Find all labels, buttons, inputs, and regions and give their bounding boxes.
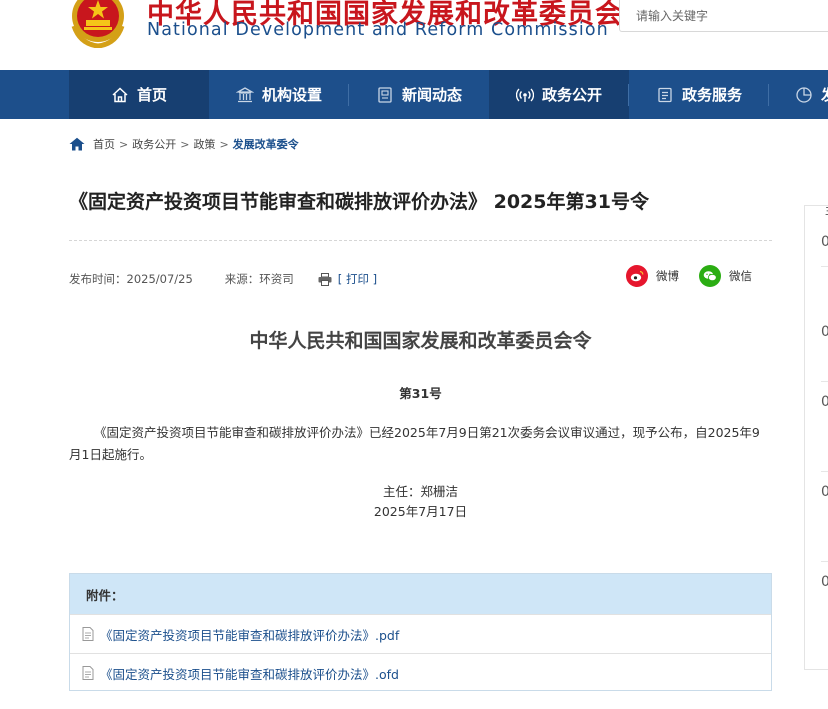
site-header: 中华人民共和国国家发展和改革委员会 National Development a… [0, 0, 828, 70]
service-icon [658, 87, 672, 102]
document-body: 《固定资产投资项目节能审查和碳排放评价办法》已经2025年7月9日第21次委务会… [69, 425, 760, 462]
attachment-link-pdf[interactable]: 《固定资产投资项目节能审查和碳排放评价办法》.pdf [70, 614, 771, 653]
nav-item-home[interactable]: 首页 [69, 70, 209, 119]
attachment-filename: 《固定资产投资项目节能审查和碳排放评价办法》.ofd [100, 666, 399, 682]
share-weibo-button[interactable]: 微博 [626, 264, 679, 288]
sidebar-divider [821, 266, 828, 267]
attachment-filename: 《固定资产投资项目节能审查和碳排放评价办法》.pdf [100, 627, 400, 643]
source-label: 来源： [224, 272, 260, 286]
nav-item-development[interactable]: 发 [769, 70, 828, 119]
article-title: 《固定资产投资项目节能审查和碳排放评价办法》 2025年第31号令 [69, 191, 649, 213]
wechat-icon [699, 265, 721, 287]
document-signature: 主任：郑栅洁 2025年7月17日 [69, 482, 772, 522]
title-divider [69, 240, 772, 241]
attachments-panel: 附件： 《固定资产投资项目节能审查和碳排放评价办法》.pdf 《固定资产投资项目… [69, 573, 772, 691]
breadcrumb-gov-affairs[interactable]: 政务公开 [132, 136, 176, 152]
nav-item-label: 机构设置 [261, 86, 322, 104]
national-emblem-logo [71, 0, 125, 48]
search-box[interactable] [619, 0, 828, 32]
nav-item-label: 政务公开 [541, 86, 602, 104]
document-number: 第31号 [399, 386, 442, 401]
nav-item-label: 首页 [136, 86, 167, 104]
main-nav: 首页 机构设置 新闻动态 政务公开 政务服务 发 [0, 70, 828, 119]
sidebar-item-date-fragment[interactable]: 0 [821, 394, 828, 410]
nav-item-label: 发 [821, 84, 828, 105]
breadcrumb-current[interactable]: 发展改革委令 [233, 136, 299, 152]
sidebar-item-date-fragment[interactable]: 0 [821, 324, 828, 340]
nav-item-gov-affairs[interactable]: 政务公开 [489, 70, 629, 119]
print-label: [ 打印 ] [337, 272, 378, 286]
news-icon [378, 86, 392, 103]
breadcrumb-separator: > [119, 137, 129, 151]
sidebar-divider [821, 471, 828, 472]
share-wechat-button[interactable]: 微信 [699, 264, 752, 288]
breadcrumb-separator: > [219, 137, 229, 151]
nav-item-institutions[interactable]: 机构设置 [209, 70, 349, 119]
sign-date: 2025年7月17日 [373, 504, 468, 519]
site-title-en[interactable]: National Development and Reform Commissi… [147, 20, 609, 40]
publish-date-value: 2025/07/25 [126, 272, 193, 286]
home-icon [69, 137, 85, 151]
article-meta: 发布时间：2025/07/25 来源：环资司 [ 打印 ] [69, 270, 377, 288]
document-heading: 中华人民共和国国家发展和改革委员会令 [249, 330, 592, 352]
right-sidebar: 主 0 0 0 0 0 [804, 204, 828, 670]
document-icon [82, 666, 94, 680]
nav-item-services[interactable]: 政务服务 [629, 70, 769, 119]
source-value: 环资司 [259, 272, 294, 286]
chart-icon [796, 86, 812, 103]
source: 来源：环资司 [225, 271, 294, 287]
breadcrumb-separator: > [180, 137, 190, 151]
publish-date: 发布时间：2025/07/25 [69, 271, 193, 287]
sidebar-divider [821, 381, 828, 382]
institution-icon [235, 86, 254, 102]
search-input[interactable] [620, 0, 828, 31]
breadcrumb-home[interactable]: 首页 [93, 136, 115, 152]
attachment-link-ofd[interactable]: 《固定资产投资项目节能审查和碳排放评价办法》.ofd [70, 653, 771, 692]
share-weibo-label: 微博 [656, 269, 679, 283]
signer: 主任：郑栅洁 [382, 484, 458, 499]
nav-item-label: 政务服务 [681, 86, 742, 104]
share-wechat-label: 微信 [729, 269, 752, 283]
sidebar-divider [821, 561, 828, 562]
attachments-header: 附件： [70, 574, 771, 614]
sidebar-item-date-fragment[interactable]: 0 [821, 484, 828, 500]
breadcrumb-policy[interactable]: 政策 [193, 136, 215, 152]
broadcast-icon [515, 88, 534, 102]
publish-date-label: 发布时间： [69, 272, 127, 286]
print-button[interactable]: [ 打印 ] [318, 271, 377, 287]
nav-item-news[interactable]: 新闻动态 [349, 70, 489, 119]
document-icon [82, 627, 94, 641]
home-icon [112, 86, 128, 102]
nav-item-label: 新闻动态 [401, 86, 462, 104]
breadcrumb: 首页 > 政务公开 > 政策 > 发展改革委令 [69, 135, 299, 153]
sidebar-item-date-fragment[interactable]: 0 [821, 574, 828, 590]
printer-icon [318, 272, 332, 286]
sidebar-item-date-fragment[interactable]: 0 [821, 234, 828, 250]
weibo-icon [626, 265, 648, 287]
